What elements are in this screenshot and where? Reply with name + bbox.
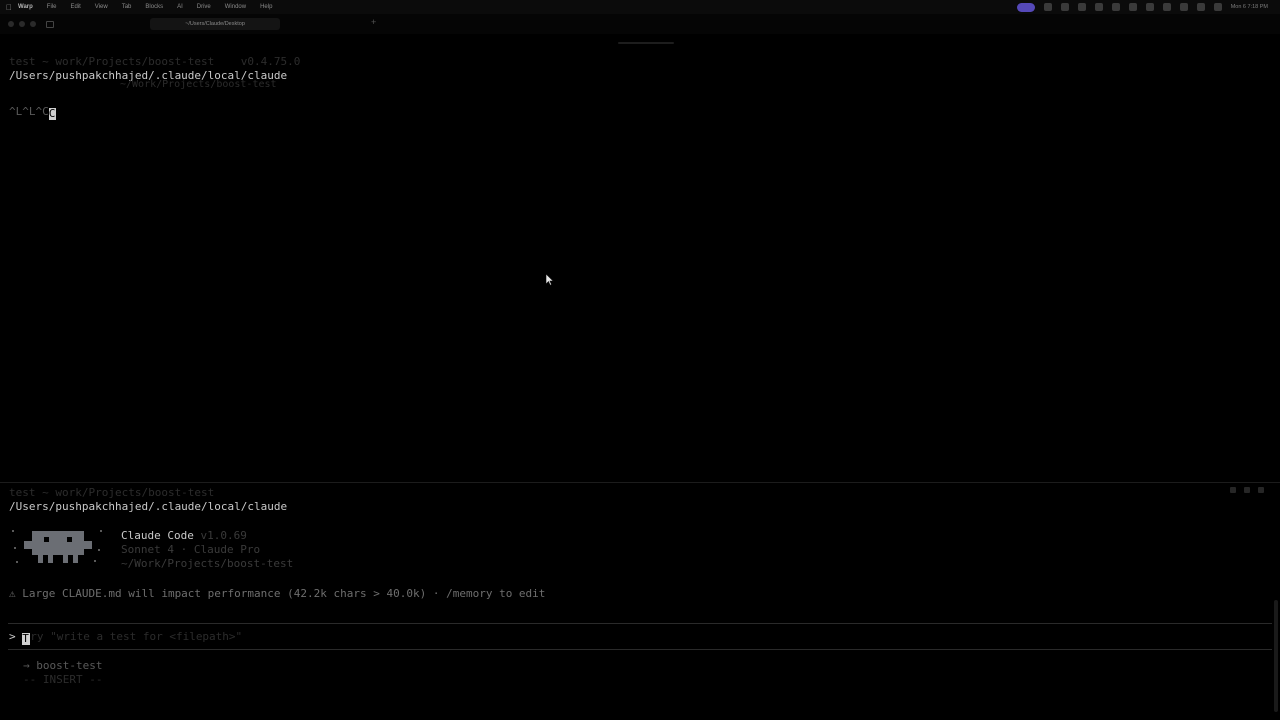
window-controls xyxy=(0,21,36,27)
menu-ai[interactable]: AI xyxy=(177,4,183,10)
pane-drag-handle[interactable] xyxy=(618,42,674,44)
status-icon-6[interactable] xyxy=(1128,3,1137,11)
close-window-icon[interactable] xyxy=(8,21,14,27)
terminal-cursor: C xyxy=(48,107,56,120)
menu-file[interactable]: File xyxy=(47,4,57,10)
status-icon-4[interactable] xyxy=(1094,3,1103,11)
clock[interactable]: Mon 6 7:18 PM xyxy=(1231,4,1268,10)
claude-code-name: Claude Code xyxy=(121,529,194,542)
claude-code-version: v1.0.69 xyxy=(200,529,247,542)
tab-bar: ~/Users/Claude/Desktop + xyxy=(0,14,1280,34)
status-icon-3[interactable] xyxy=(1077,3,1086,11)
minimize-window-icon[interactable] xyxy=(19,21,25,27)
wifi-icon[interactable] xyxy=(1179,3,1188,11)
bottom-path-line: /Users/pushpakchhajed/.claude/local/clau… xyxy=(9,500,288,513)
mouse-pointer-icon xyxy=(546,274,554,286)
vim-mode-line: -- INSERT -- xyxy=(23,673,103,686)
pane-menu-icon[interactable] xyxy=(1244,487,1250,493)
tab-active[interactable]: ~/Users/Claude/Desktop xyxy=(150,18,280,30)
control-center-icon[interactable] xyxy=(1213,3,1222,11)
menu-tab[interactable]: Tab xyxy=(122,4,132,10)
menu-edit[interactable]: Edit xyxy=(70,4,80,10)
screen-recording-icon[interactable] xyxy=(1016,2,1035,12)
claude-md-warning: ⚠ Large CLAUDE.md will impact performanc… xyxy=(9,587,546,600)
menu-drive[interactable]: Drive xyxy=(197,4,211,10)
ctrl-chars-line: ^L^L^CC xyxy=(9,105,56,120)
claude-title-line: Claude Code v1.0.69 xyxy=(121,529,247,542)
status-area: Mon 6 7:18 PM xyxy=(1016,0,1280,14)
status-icon-5[interactable] xyxy=(1111,3,1120,11)
menu-app-name[interactable]: Warp xyxy=(18,4,33,10)
menu-blocks[interactable]: Blocks xyxy=(145,4,163,10)
bottom-prompt-line: test ~ work/Projects/boost-test xyxy=(9,486,215,499)
close-pane-icon[interactable] xyxy=(1258,487,1264,493)
apple-icon[interactable]:  xyxy=(0,3,18,12)
input-placeholder: ry "write a test for <filepath>" xyxy=(30,630,243,643)
new-tab-button[interactable]: + xyxy=(371,17,376,27)
pane-controls xyxy=(1230,487,1264,493)
status-icon-2[interactable] xyxy=(1060,3,1069,11)
ctrl-chars: ^L^L^C xyxy=(9,105,49,118)
branch-line: → boost-test xyxy=(23,659,103,672)
claude-logo-icon xyxy=(12,530,102,563)
menu-bar:  Warp File Edit View Tab Blocks AI Driv… xyxy=(0,0,1280,14)
pane-divider[interactable] xyxy=(0,482,1280,483)
status-icon-8[interactable] xyxy=(1162,3,1171,11)
cwd-line: ~/Work/Projects/boost-test xyxy=(121,557,294,570)
scrollbar[interactable] xyxy=(1274,600,1278,712)
menu-view[interactable]: View xyxy=(95,4,108,10)
menu-window[interactable]: Window xyxy=(225,4,246,10)
input-prefix: > xyxy=(9,630,16,643)
zoom-window-icon[interactable] xyxy=(30,21,36,27)
sidebar-toggle-icon[interactable] xyxy=(46,20,54,28)
tab-inactive[interactable] xyxy=(282,18,362,30)
top-faded-line: ~/Work/Projects/boost-test xyxy=(120,79,277,90)
tab-active-label: ~/Users/Claude/Desktop xyxy=(185,21,245,27)
split-pane-icon[interactable] xyxy=(1230,487,1236,493)
menu-help[interactable]: Help xyxy=(260,4,272,10)
status-icon-1[interactable] xyxy=(1043,3,1052,11)
prompt-input[interactable]: > Try "write a test for <filepath>" xyxy=(9,630,242,645)
battery-icon[interactable] xyxy=(1196,3,1205,11)
status-icon-7[interactable] xyxy=(1145,3,1154,11)
top-prompt-line: test ~ work/Projects/boost-test v0.4.75.… xyxy=(9,55,301,68)
model-line: Sonnet 4 · Claude Pro xyxy=(121,543,261,556)
